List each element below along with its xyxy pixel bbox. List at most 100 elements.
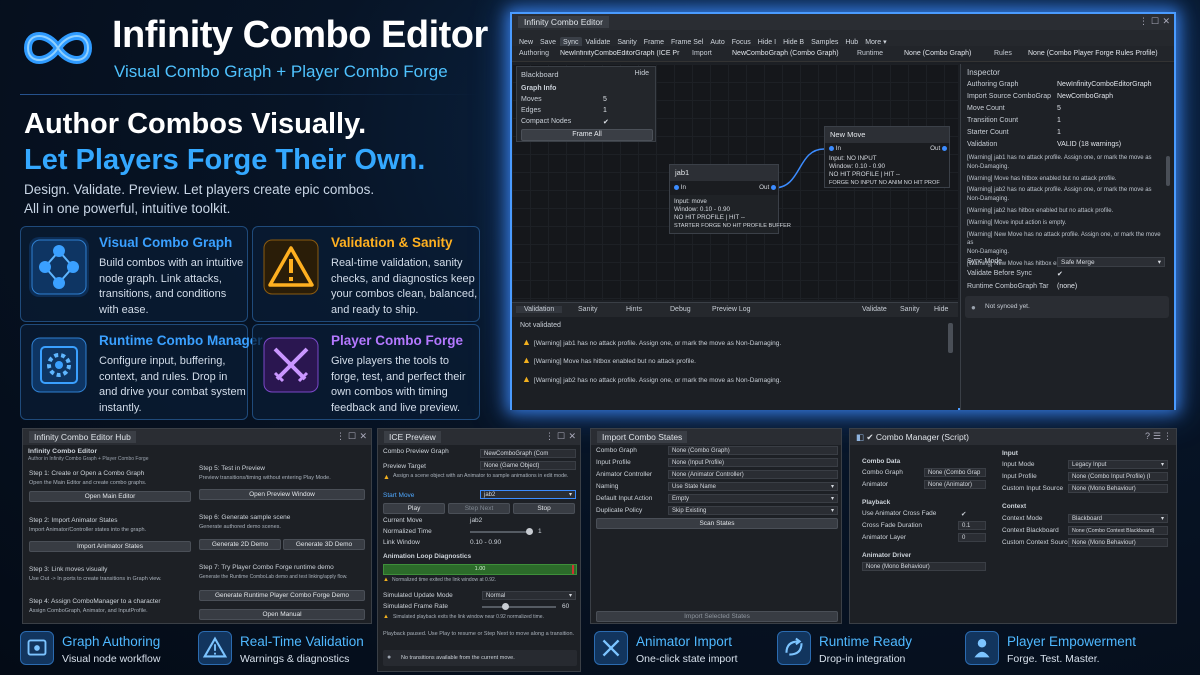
import-tab[interactable]: Import Combo States — [597, 431, 688, 443]
input-mode-dropdown[interactable]: Legacy Input ▾ — [1068, 460, 1168, 469]
scan-states-button[interactable]: Scan States — [596, 518, 838, 529]
naming-dropdown[interactable]: Use State Name ▾ — [668, 482, 838, 491]
animator-layer-field[interactable]: 0 — [958, 533, 986, 542]
animator-field[interactable]: None (Animator) — [924, 480, 986, 489]
combo-graph-field[interactable]: None (Combo Grap — [924, 468, 986, 477]
paused-note: Playback paused. Use Play to resume or S… — [383, 631, 575, 637]
editor-titlebar: Infinity Combo Editor ⋮ ☐ ✕ — [512, 14, 1174, 30]
generate-runtime-forge-demo-button[interactable]: Generate Runtime Player Combo Forge Demo — [199, 590, 365, 601]
tab-sanity[interactable]: Sanity — [578, 306, 597, 313]
custom-context-field[interactable]: None (Mono Behaviour) — [1068, 538, 1168, 547]
inspector-value: 1 — [1057, 117, 1061, 124]
tab-debug[interactable]: Debug — [670, 306, 691, 313]
slider-handle[interactable] — [502, 603, 509, 610]
import-field[interactable]: None (Combo Graph) — [668, 446, 838, 455]
inspector-label: Move Count — [967, 105, 1005, 112]
generate-2d-demo-button[interactable]: Generate 2D Demo — [199, 539, 281, 550]
cross-fade-duration-field[interactable]: 0.1 — [958, 521, 986, 530]
preview-target-field[interactable]: None (Game Object) — [480, 461, 576, 470]
validate-before-sync-checkbox[interactable]: ✔ — [1057, 270, 1063, 278]
import-selected-button[interactable]: Import Selected States — [596, 611, 838, 622]
generate-3d-demo-button[interactable]: Generate 3D Demo — [283, 539, 365, 550]
start-move-dropdown[interactable]: jab2 ▾ — [480, 490, 576, 499]
inspector-value: 5 — [1057, 105, 1061, 112]
tab-validation[interactable]: Validation — [516, 306, 563, 313]
validate-button[interactable]: Validate — [862, 306, 887, 313]
combo-preview-graph-field[interactable]: NewComboGraph (Com — [480, 449, 576, 458]
node-new-move[interactable]: New Move In Out Input: NO INPUT Window: … — [824, 126, 950, 188]
step-title: Step 2: Import Animator States — [29, 517, 118, 524]
duplicate-policy-dropdown[interactable]: Skip Existing ▾ — [668, 506, 838, 515]
rules-field[interactable]: None (Combo Player Forge Rules Profile) — [1028, 50, 1158, 57]
sync-mode-label: Sync Mode — [967, 258, 1003, 265]
node-jab1[interactable]: jab1 In Out Input: move Window: 0.10 - 0… — [669, 164, 791, 234]
open-manual-button[interactable]: Open Manual — [199, 609, 365, 620]
scrollbar[interactable] — [948, 323, 953, 353]
current-move-value: jab2 — [470, 517, 483, 524]
open-preview-window-button[interactable]: Open Preview Window — [199, 489, 365, 500]
graph-canvas[interactable]: Blackboard Hide Graph Info Moves 5 Edges… — [512, 64, 958, 300]
out-port[interactable]: Out — [926, 145, 947, 153]
tab-hints[interactable]: Hints — [626, 306, 642, 313]
out-port[interactable]: Out — [755, 184, 776, 192]
step-title: Step 7: Try Player Combo Forge runtime d… — [199, 564, 334, 571]
menu-icon[interactable]: ⋮ — [1139, 16, 1148, 27]
custom-input-field[interactable]: None (Mono Behaviour) — [1068, 484, 1168, 493]
context-blackboard-field[interactable]: None (Combo Context Blackboard) — [1068, 526, 1168, 535]
close-icon[interactable]: ✕ — [359, 431, 367, 442]
import-field[interactable]: None (Animator Controller) — [668, 470, 838, 479]
hub-tab[interactable]: Infinity Combo Editor Hub — [29, 431, 136, 443]
import-field[interactable]: None (Input Profile) — [668, 458, 838, 467]
authoring-field[interactable]: NewInfinityComboEditorGraph (ICE Pr — [560, 50, 690, 57]
close-icon[interactable]: ✕ — [568, 431, 576, 442]
preview-tab[interactable]: ICE Preview — [384, 431, 441, 443]
card-title: Runtime Combo Manager — [99, 333, 263, 348]
slider-handle[interactable] — [526, 528, 533, 535]
runtime-field[interactable]: None (Combo Graph) — [904, 50, 971, 57]
warning-icon: ▲ — [522, 374, 531, 384]
normalized-time-slider[interactable] — [470, 531, 530, 533]
settings-icon[interactable]: ☰ — [1153, 431, 1161, 442]
input-profile-field[interactable]: None (Combo Input Profile) (I — [1068, 472, 1168, 481]
import-animator-states-button[interactable]: Import Animator States — [29, 541, 191, 552]
warning-triangle-icon — [263, 239, 319, 295]
stop-button[interactable]: Stop — [513, 503, 575, 514]
step-next-button[interactable]: Step Next — [448, 503, 510, 514]
in-port[interactable]: In — [670, 184, 686, 192]
menu-icon[interactable]: ⋮ — [1163, 431, 1172, 442]
cross-fade-checkbox[interactable]: ✔ — [961, 510, 966, 518]
scrollbar[interactable] — [1166, 156, 1170, 186]
menu-icon[interactable]: ⋮ — [545, 431, 554, 442]
feature-subtitle: Forge. Test. Master. — [1007, 653, 1100, 665]
sim-update-label: Simulated Update Mode — [383, 592, 453, 599]
validate-before-sync-label: Validate Before Sync — [967, 270, 1032, 277]
context-mode-dropdown[interactable]: Blackboard ▾ — [1068, 514, 1168, 523]
node-title: jab1 — [670, 165, 778, 181]
maximize-icon[interactable]: ☐ — [348, 431, 356, 442]
runtime-target-value[interactable]: (none) — [1057, 283, 1077, 290]
help-icon[interactable]: ? — [1145, 431, 1150, 441]
sanity-button[interactable]: Sanity — [900, 306, 919, 313]
maximize-icon[interactable]: ☐ — [557, 431, 565, 442]
open-main-editor-button[interactable]: Open Main Editor — [29, 491, 191, 502]
import-field[interactable]: NewComboGraph (Combo Graph) — [732, 50, 839, 57]
close-icon[interactable]: ✕ — [1162, 16, 1170, 27]
hide-button[interactable]: Hide — [934, 306, 948, 313]
hub-titlebar: Infinity Combo Editor Hub ⋮ ☐ ✕ — [23, 429, 371, 445]
sync-mode-dropdown[interactable]: Safe Merge ▾ — [1057, 257, 1165, 267]
editor-tab[interactable]: Infinity Combo Editor — [518, 16, 609, 28]
inspector-label: Transition Count — [967, 117, 1019, 124]
play-button[interactable]: Play — [383, 503, 445, 514]
sim-fps-value: 60 — [562, 603, 570, 610]
in-port[interactable]: In — [825, 145, 841, 153]
tab-preview-log[interactable]: Preview Log — [712, 306, 751, 313]
default-input-dropdown[interactable]: Empty ▾ — [668, 494, 838, 503]
headline-2: Let Players Forge Their Own. — [24, 144, 426, 176]
sim-fps-slider[interactable] — [482, 606, 556, 608]
node-line: NO HIT PROFILE | HIT -- — [674, 214, 746, 221]
animator-driver-field[interactable]: None (Mono Behaviour) — [862, 562, 986, 571]
inspector-label: Validation — [967, 141, 998, 148]
maximize-icon[interactable]: ☐ — [1151, 16, 1159, 27]
sim-update-dropdown[interactable]: Normal ▾ — [482, 591, 576, 600]
menu-icon[interactable]: ⋮ — [336, 431, 345, 442]
